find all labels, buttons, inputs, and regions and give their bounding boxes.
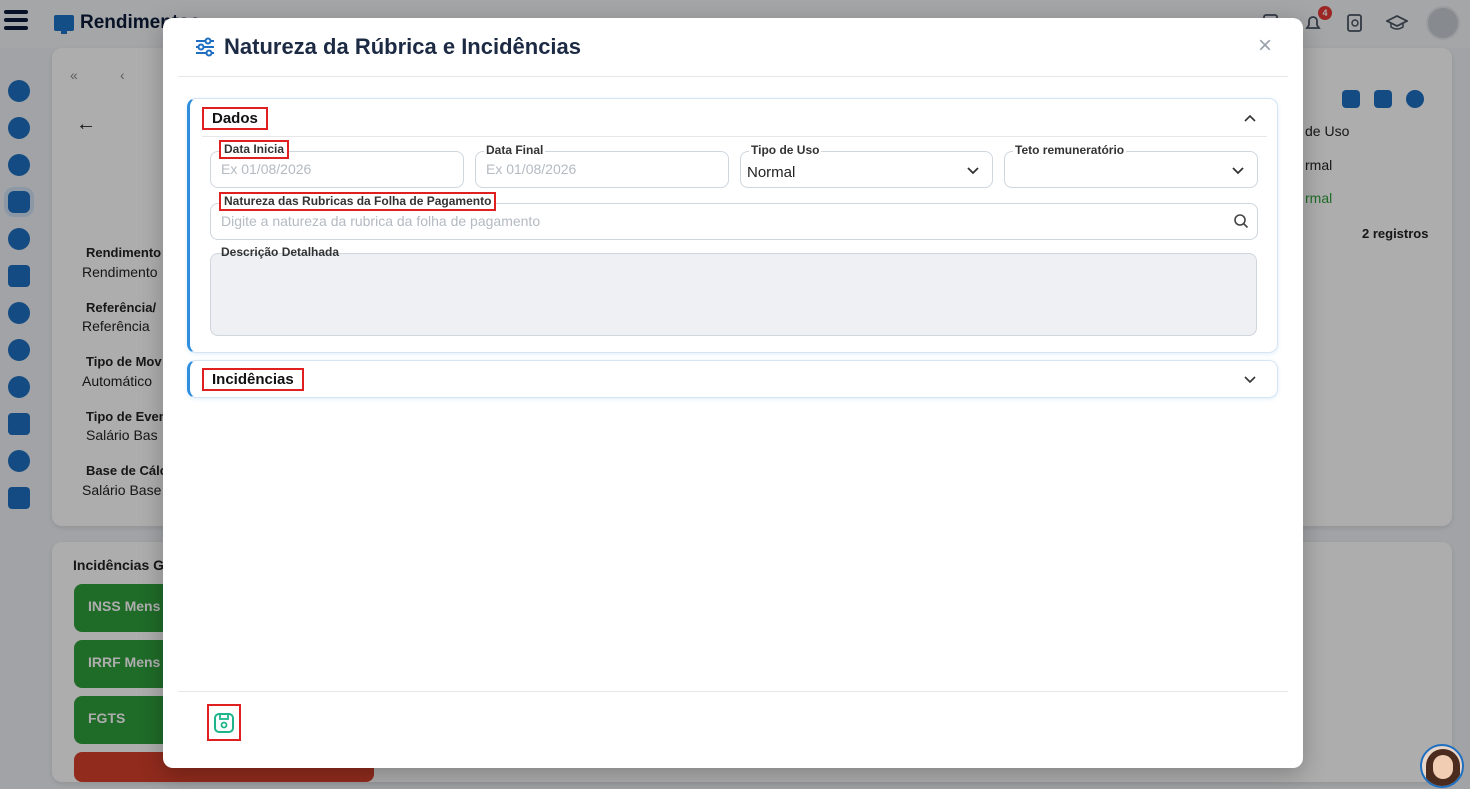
natureza-field[interactable]: Natureza das Rubricas da Folha de Pagame… bbox=[210, 192, 1258, 240]
modal-header: Natureza da Rúbrica e Incidências × bbox=[178, 18, 1288, 77]
data-final-field[interactable]: Data Final Ex 01/08/2026 bbox=[475, 143, 729, 188]
modal-dialog: Natureza da Rúbrica e Incidências × Dado… bbox=[163, 18, 1303, 768]
natureza-label: Natureza das Rubricas da Folha de Pagame… bbox=[219, 192, 497, 211]
section-dados-title[interactable]: Dados bbox=[202, 107, 268, 130]
tipo-uso-select[interactable]: Tipo de Uso Normal bbox=[740, 143, 993, 188]
teto-select[interactable]: Teto remuneratório bbox=[1004, 143, 1258, 188]
tipo-uso-value: Normal bbox=[747, 164, 796, 181]
modal-title: Natureza da Rúbrica e Incidências bbox=[224, 34, 582, 59]
modal-footer bbox=[178, 691, 1288, 692]
chevron-down-icon[interactable] bbox=[1243, 373, 1257, 387]
data-final-input[interactable]: Ex 01/08/2026 bbox=[486, 161, 576, 177]
data-inicial-label: Data Inicia bbox=[219, 140, 290, 159]
sliders-icon bbox=[196, 37, 214, 57]
data-inicial-field[interactable]: Data Inicia Ex 01/08/2026 bbox=[210, 140, 464, 188]
save-icon bbox=[214, 712, 234, 733]
assistant-avatar[interactable] bbox=[1420, 744, 1464, 788]
descricao-textarea[interactable]: Descrição Detalhada bbox=[210, 245, 1257, 336]
close-button[interactable]: × bbox=[1258, 34, 1272, 58]
chevron-down-icon[interactable] bbox=[966, 164, 980, 178]
chevron-down-icon[interactable] bbox=[1231, 164, 1245, 178]
descricao-label: Descrição Detalhada bbox=[221, 245, 340, 259]
tipo-uso-label: Tipo de Uso bbox=[749, 143, 822, 158]
section-incidencias-title[interactable]: Incidências bbox=[202, 368, 304, 391]
chevron-up-icon[interactable] bbox=[1243, 111, 1257, 125]
data-inicial-input[interactable]: Ex 01/08/2026 bbox=[221, 161, 311, 177]
section-dados: Dados Data Inicia Ex 01/08/2026 Data Fin… bbox=[187, 98, 1278, 353]
teto-label: Teto remuneratório bbox=[1013, 143, 1127, 158]
search-icon[interactable] bbox=[1233, 213, 1249, 229]
natureza-input[interactable]: Digite a natureza da rubrica da folha de… bbox=[221, 213, 540, 229]
save-button[interactable] bbox=[207, 704, 241, 741]
section-divider bbox=[202, 136, 1267, 137]
section-incidencias[interactable]: Incidências bbox=[187, 360, 1278, 398]
data-final-label: Data Final bbox=[484, 143, 546, 158]
modal-title-wrap: Natureza da Rúbrica e Incidências bbox=[194, 34, 581, 60]
